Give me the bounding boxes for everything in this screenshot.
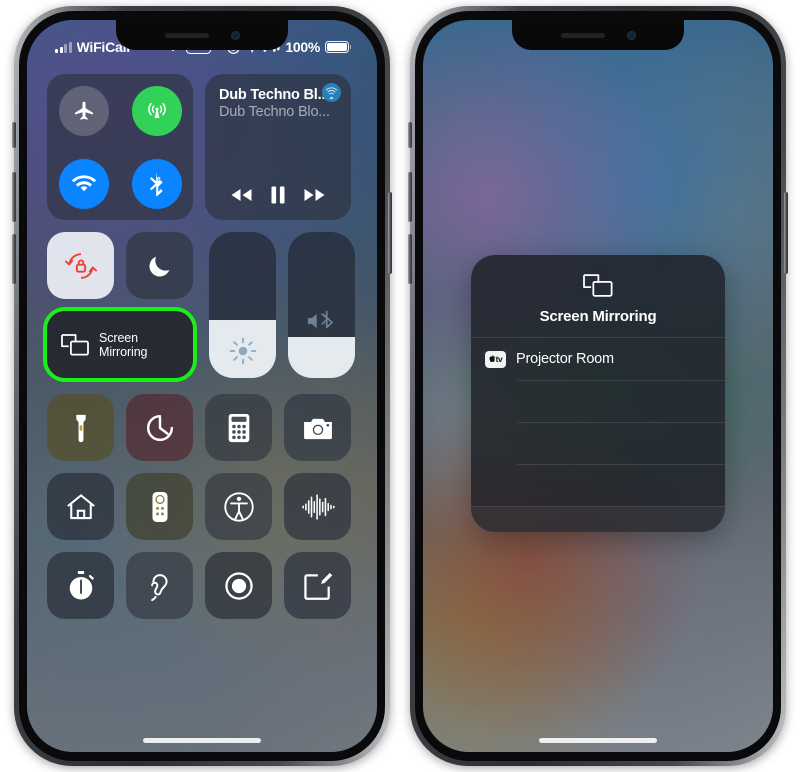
connectivity-module [47,74,193,220]
fast-forward-icon[interactable] [302,185,328,205]
device-row[interactable]: tv Projector Room [471,338,725,380]
brightness-slider[interactable] [209,232,276,378]
notch [116,20,288,50]
airplane-icon [72,99,96,123]
rewind-icon[interactable] [228,185,254,205]
volume-up-button[interactable] [408,172,412,222]
panel-title: Screen Mirroring [539,308,657,325]
device-row-empty[interactable] [471,464,725,506]
bluetooth-toggle[interactable] [131,158,182,209]
pause-icon[interactable] [268,184,288,206]
cellular-bars-icon [55,41,72,53]
panel-header: Screen Mirroring [471,255,725,337]
screen-mirroring-label: Screen Mirroring [99,330,148,359]
screen-mirroring-button[interactable]: Screen Mirroring [47,311,193,378]
screenshot-stage: WiFiCall VPN [0,0,800,772]
home-button[interactable] [47,473,114,540]
rotation-lock-icon [64,250,97,282]
record-icon [224,571,254,601]
tv-remote-icon [151,491,169,523]
power-button[interactable] [388,192,392,274]
silent-switch[interactable] [408,122,412,148]
calculator-button[interactable] [205,394,272,461]
screen-mirroring-icon [60,332,90,358]
sound-recognition-button[interactable] [284,473,351,540]
now-playing-module[interactable]: Dub Techno Bl... Dub Techno Blo... [205,74,351,220]
timer-button[interactable] [126,394,193,461]
home-indicator[interactable] [539,738,657,743]
volume-slider[interactable] [288,232,355,378]
volume-bluetooth-icon [305,309,339,333]
brightness-icon [229,337,257,365]
now-playing-title: Dub Techno Bl... [219,87,330,103]
hearing-button[interactable] [126,552,193,619]
app-row-3 [47,552,357,619]
apple-tv-remote-button[interactable] [126,473,193,540]
wifi-icon [71,174,97,194]
now-playing-artist: Dub Techno Blo... [219,104,330,120]
iphone-control-center: WiFiCall VPN [12,6,392,766]
bluetooth-icon [148,171,165,197]
cellular-antenna-icon [144,98,170,124]
stopwatch-button[interactable] [47,552,114,619]
earpiece-speaker [164,32,209,38]
screen-mirroring-highlight: Screen Mirroring [43,307,197,382]
front-camera [230,30,240,40]
app-row-2 [47,473,357,540]
apple-tv-icon: tv [485,350,506,368]
device-row-empty[interactable] [471,422,725,464]
phone-bezel: Screen Mirroring tv Projector Room [415,11,781,761]
timer-icon [145,413,175,443]
phone-bezel: WiFiCall VPN [19,11,385,761]
notch [512,20,684,50]
app-row-1 [47,394,357,461]
cellular-data-toggle[interactable] [131,85,182,136]
accessibility-button[interactable] [205,473,272,540]
device-row-empty[interactable] [471,380,725,422]
camera-icon [302,415,334,441]
calculator-icon [227,413,251,443]
sound-wave-icon [301,493,335,520]
device-list: tv Projector Room [471,337,725,506]
notes-pencil-icon [303,571,333,601]
rotation-lock-toggle[interactable] [47,232,114,299]
volume-down-button[interactable] [12,234,16,284]
camera-button[interactable] [284,394,351,461]
phone-screen-b: Screen Mirroring tv Projector Room [423,20,773,752]
ear-icon [146,570,174,602]
flashlight-icon [67,413,95,443]
front-camera [626,30,636,40]
airplane-mode-toggle[interactable] [58,85,109,136]
home-icon [65,492,97,522]
battery-full-icon [325,41,352,53]
volume-down-button[interactable] [408,234,412,284]
wifi-toggle[interactable] [58,158,109,209]
cc-row-middle: Screen Mirroring [43,232,357,382]
control-center: Dub Techno Bl... Dub Techno Blo... Scree… [43,74,357,631]
flashlight-button[interactable] [47,394,114,461]
screen-recording-button[interactable] [205,552,272,619]
panel-footer [471,506,725,532]
moon-icon [146,252,174,280]
phone-screen-a: WiFiCall VPN [27,20,377,752]
stopwatch-icon [66,570,96,602]
power-button[interactable] [784,192,788,274]
device-name: Projector Room [516,351,614,367]
home-indicator[interactable] [143,738,261,743]
battery-percent-label: 100% [285,39,320,55]
earpiece-speaker [560,32,605,38]
volume-up-button[interactable] [12,172,16,222]
accessibility-icon [223,491,255,523]
cc-row-top: Dub Techno Bl... Dub Techno Blo... [47,74,357,220]
screen-mirroring-icon [581,272,615,300]
do-not-disturb-toggle[interactable] [126,232,193,299]
iphone-screen-mirroring: Screen Mirroring tv Projector Room [408,6,788,766]
notes-button[interactable] [284,552,351,619]
airplay-audio-icon[interactable] [322,83,341,102]
apple-tv-icon-text: tv [495,354,503,364]
screen-mirroring-panel: Screen Mirroring tv Projector Room [471,255,725,532]
silent-switch[interactable] [12,122,16,148]
